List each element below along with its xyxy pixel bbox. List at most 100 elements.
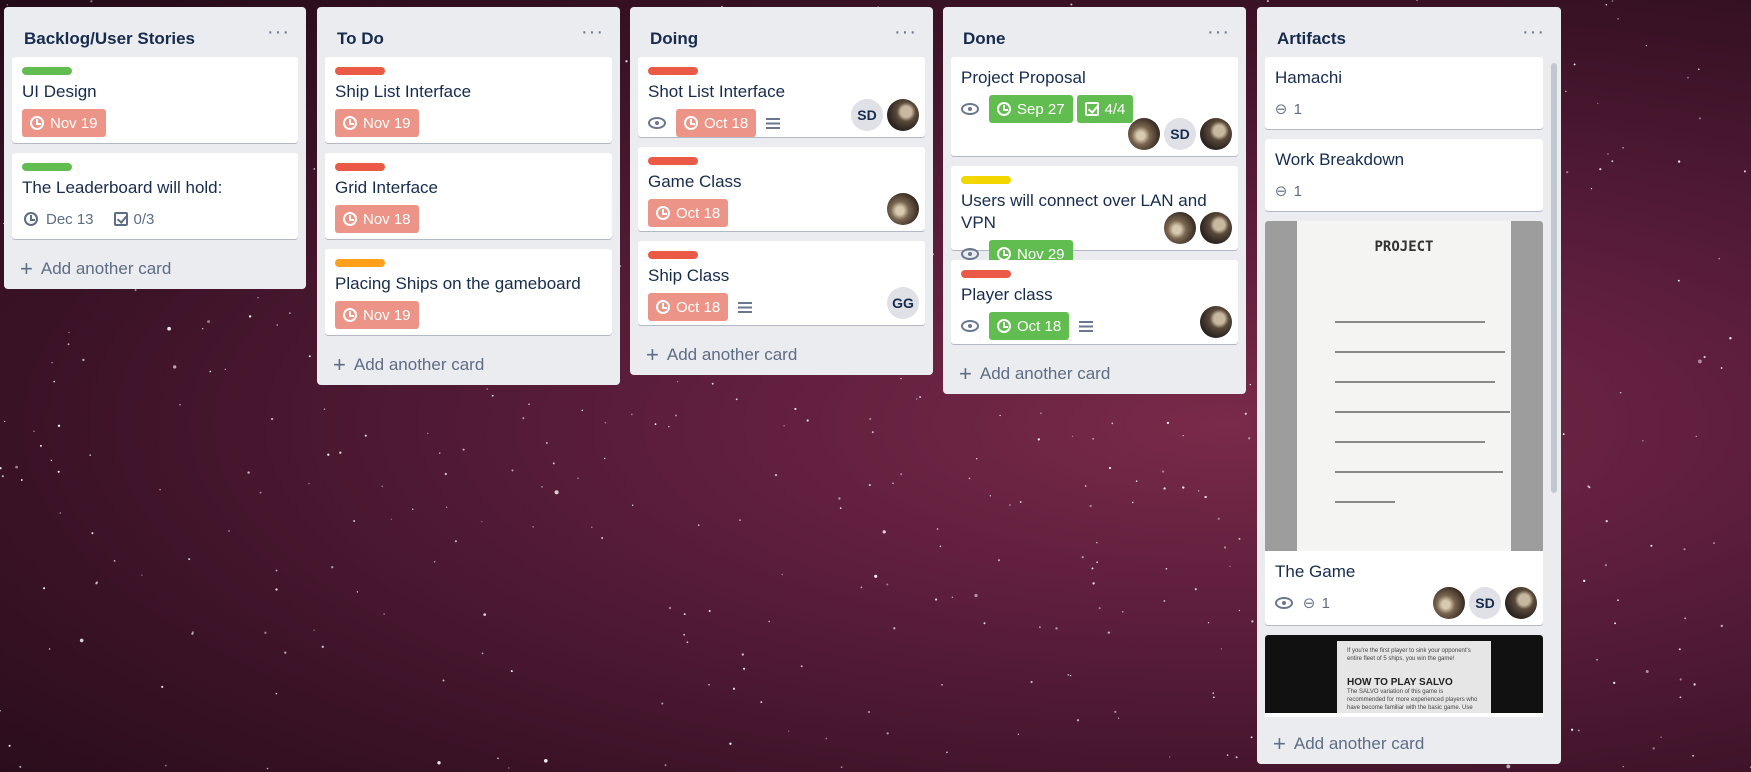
card-leaderboard[interactable]: The Leaderboard will hold: Dec 13 0/3: [12, 153, 298, 239]
card-title: Work Breakdown: [1275, 150, 1405, 169]
list-scrollbar[interactable]: [1551, 63, 1557, 493]
card-player-class[interactable]: Player class Oct 18: [951, 260, 1238, 344]
list-header: Backlog/User Stories ···: [4, 7, 306, 57]
add-card-button[interactable]: + Add another card: [317, 345, 620, 385]
card-work-breakdown[interactable]: Work Breakdown ⊘ 1: [1265, 139, 1543, 211]
card-members: [1164, 212, 1232, 244]
avatar[interactable]: [1433, 587, 1465, 619]
card-placing-ships[interactable]: Placing Ships on the gameboard Nov 19: [325, 249, 612, 335]
avatar[interactable]: [1128, 118, 1160, 150]
avatar[interactable]: SD: [851, 99, 883, 131]
card-title: Grid Interface: [335, 178, 438, 197]
add-card-button[interactable]: + Add another card: [630, 335, 933, 375]
list-title[interactable]: Artifacts: [1277, 29, 1346, 49]
due-date-badge[interactable]: Nov 19: [335, 301, 419, 329]
checklist-icon: [1084, 102, 1099, 116]
card-label-red[interactable]: [648, 157, 698, 165]
clock-icon: [343, 116, 357, 130]
add-card-label: Add another card: [40, 259, 172, 278]
board: Backlog/User Stories ··· UI Design Nov 1…: [0, 0, 1751, 772]
card-hamachi[interactable]: Hamachi ⊘ 1: [1265, 57, 1543, 129]
avatar[interactable]: [887, 99, 919, 131]
card-users-connect[interactable]: Users will connect over LAN and VPN Nov …: [951, 166, 1238, 268]
avatar[interactable]: [1505, 587, 1537, 619]
clock-icon: [997, 319, 1011, 333]
card-the-game[interactable]: PROJECT The Game ⊘ 1 SD: [1265, 221, 1543, 625]
clock-icon: [997, 102, 1011, 116]
card-ship-list-interface[interactable]: Ship List Interface Nov 19: [325, 57, 612, 143]
cover-text: If you're the first player to sink your …: [1347, 648, 1471, 662]
due-date-text: Nov 19: [50, 114, 98, 132]
avatar[interactable]: [1200, 212, 1232, 244]
paperclip-icon: ⊘: [1270, 98, 1292, 120]
checklist-icon: [113, 212, 128, 226]
due-date-badge[interactable]: Oct 18: [676, 109, 757, 137]
card-cover-image: PROJECT: [1265, 221, 1543, 551]
card-members: SD: [1128, 118, 1232, 150]
list-title[interactable]: To Do: [337, 29, 384, 49]
watch-icon: [1275, 597, 1293, 609]
avatar[interactable]: GG: [887, 287, 919, 319]
add-card-button[interactable]: + Add another card: [943, 354, 1246, 394]
card-shot-list-interface[interactable]: Shot List Interface Oct 18 SD: [638, 57, 925, 137]
cover-body-text: The SALVO variation of this game is reco…: [1347, 689, 1478, 711]
card-label-orange[interactable]: [335, 259, 385, 267]
watch-icon: [961, 248, 979, 260]
due-date-badge[interactable]: Nov 19: [22, 109, 106, 137]
card-ui-design[interactable]: UI Design Nov 19: [12, 57, 298, 143]
list-cards-scroll: Hamachi ⊘ 1 Work Breakdown ⊘ 1 PROJECT T…: [1257, 57, 1551, 717]
plus-icon: +: [1273, 731, 1286, 756]
add-card-button[interactable]: + Add another card: [4, 249, 306, 289]
checklist-count: 4/4: [1104, 100, 1126, 118]
list-artifacts: Artifacts ··· Hamachi ⊘ 1 Work Breakdown …: [1257, 7, 1561, 764]
list-menu-button[interactable]: ···: [581, 21, 604, 44]
card-label-red[interactable]: [648, 251, 698, 259]
card-ship-class[interactable]: Ship Class Oct 18 GG: [638, 241, 925, 325]
avatar[interactable]: [887, 193, 919, 225]
card-salvo-rules[interactable]: If you're the first player to sink your …: [1265, 635, 1543, 717]
list-menu-button[interactable]: ···: [1522, 21, 1545, 44]
list-menu-button[interactable]: ···: [267, 21, 290, 44]
due-date-badge[interactable]: Oct 18: [648, 199, 729, 227]
list-title[interactable]: Done: [963, 29, 1006, 49]
list-header: To Do ···: [317, 7, 620, 57]
avatar[interactable]: [1200, 306, 1232, 338]
clock-icon: [684, 116, 698, 130]
list-menu-button[interactable]: ···: [894, 21, 917, 44]
cover-heading: HOW TO PLAY SALVO: [1347, 677, 1453, 688]
due-date-badge[interactable]: Oct 18: [648, 293, 729, 321]
due-date-badge[interactable]: Sep 27: [989, 95, 1073, 123]
avatar[interactable]: [1164, 212, 1196, 244]
card-label-green[interactable]: [22, 67, 72, 75]
due-date-badge[interactable]: Oct 18: [989, 312, 1070, 340]
avatar[interactable]: SD: [1469, 587, 1501, 619]
card-label-green[interactable]: [22, 163, 72, 171]
avatar[interactable]: [1200, 118, 1232, 150]
card-grid-interface[interactable]: Grid Interface Nov 18: [325, 153, 612, 239]
list-title[interactable]: Doing: [650, 29, 698, 49]
card-label-yellow[interactable]: [961, 176, 1011, 184]
due-date-text: Nov 19: [363, 114, 411, 132]
card-game-class[interactable]: Game Class Oct 18: [638, 147, 925, 231]
card-title: Hamachi: [1275, 68, 1343, 87]
add-card-button[interactable]: + Add another card: [1257, 724, 1561, 764]
due-date-text: Oct 18: [676, 204, 721, 222]
avatar[interactable]: SD: [1164, 118, 1196, 150]
due-date-badge[interactable]: Dec 13: [22, 205, 96, 233]
card-project-proposal[interactable]: Project Proposal Sep 27 4/4 SD: [951, 57, 1238, 156]
list-title[interactable]: Backlog/User Stories: [24, 29, 195, 49]
card-label-red[interactable]: [961, 270, 1011, 278]
list-menu-button[interactable]: ···: [1207, 21, 1230, 44]
card-label-red[interactable]: [335, 67, 385, 75]
card-members: SD: [851, 99, 919, 131]
due-date-text: Oct 18: [676, 298, 721, 316]
card-title: Ship Class: [648, 266, 730, 285]
card-label-red[interactable]: [335, 163, 385, 171]
card-label-red[interactable]: [648, 67, 698, 75]
add-card-label: Add another card: [979, 364, 1111, 383]
due-date-badge[interactable]: Nov 18: [335, 205, 419, 233]
description-icon: [738, 301, 753, 313]
attachment-count: 1: [1321, 594, 1330, 612]
due-date-badge[interactable]: Nov 19: [335, 109, 419, 137]
due-date-text: Dec 13: [46, 210, 94, 228]
